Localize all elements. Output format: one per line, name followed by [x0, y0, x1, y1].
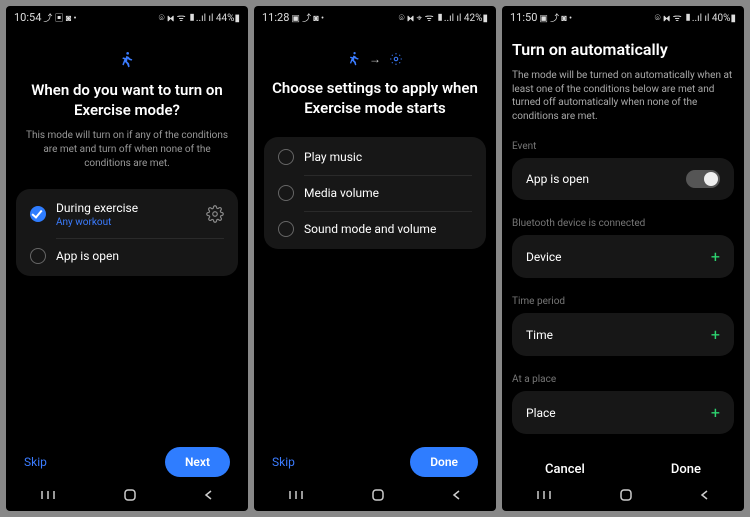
arrow-right-icon: → [369, 52, 381, 66]
option-app-open[interactable]: App is open [16, 238, 238, 274]
tile-label: Device [526, 250, 562, 264]
radio-unchecked-icon [278, 149, 294, 165]
option-label: Play music [304, 150, 472, 164]
page-title: Choose settings to apply when Exercise m… [264, 78, 486, 119]
radio-unchecked-icon [278, 185, 294, 201]
recents-button[interactable] [39, 489, 57, 501]
status-notif-icons: ▣ ⤴ ◙ • [539, 11, 572, 24]
recents-button[interactable] [535, 489, 553, 501]
nav-bar [6, 483, 248, 511]
screen-exercise-conditions: 10:54 ⤴ ▣ ◙ • ⌾ ⧓ ᯤ ▮..ıl ıl 44%▮ When d… [6, 6, 248, 511]
tile-label: Place [526, 406, 556, 420]
radio-checked-icon [30, 206, 46, 222]
option-label: Media volume [304, 186, 472, 200]
tile-place[interactable]: Place + [512, 391, 734, 434]
tile-label: App is open [526, 172, 589, 186]
back-button[interactable] [699, 489, 711, 501]
tile-device[interactable]: Device + [512, 235, 734, 278]
conditions-list: During exercise Any workout App is open [16, 189, 238, 276]
done-button[interactable]: Done [410, 447, 478, 477]
option-media-volume[interactable]: Media volume [264, 175, 486, 211]
option-sound-mode[interactable]: Sound mode and volume [264, 211, 486, 247]
page-description: The mode will be turned on automatically… [512, 69, 734, 123]
status-system-icons: ⌾ ⧓ ᯤ ▮..ıl ıl 40%▮ [655, 10, 736, 24]
status-system-icons: ⌾ ⧓ ⌖ ᯤ ▮..ıl ıl 42%▮ [399, 10, 488, 24]
nav-bar [254, 483, 496, 511]
page-title: Turn on automatically [512, 40, 734, 59]
settings-list: Play music Media volume Sound mode and v… [264, 137, 486, 249]
screen-turn-on-auto: 11:50 ▣ ⤴ ◙ • ⌾ ⧓ ᯤ ▮..ıl ıl 40%▮ Turn o… [502, 6, 744, 511]
tile-label: Time [526, 328, 553, 342]
status-bar: 10:54 ⤴ ▣ ◙ • ⌾ ⧓ ᯤ ▮..ıl ıl 44%▮ [6, 6, 248, 28]
skip-button[interactable]: Skip [24, 455, 47, 469]
recents-button[interactable] [287, 489, 305, 501]
option-label: During exercise [56, 201, 196, 215]
option-during-exercise[interactable]: During exercise Any workout [16, 191, 238, 238]
page-description: This mode will turn on if any of the con… [16, 129, 238, 171]
radio-unchecked-icon [278, 221, 294, 237]
back-button[interactable] [203, 489, 215, 501]
option-label: Sound mode and volume [304, 222, 472, 236]
next-button[interactable]: Next [165, 447, 230, 477]
status-time: 10:54 [14, 11, 41, 24]
plus-icon[interactable]: + [711, 247, 720, 266]
status-notif-icons: ⤴ ▣ ◙ • [43, 11, 76, 24]
option-play-music[interactable]: Play music [264, 139, 486, 175]
status-time: 11:28 [262, 11, 289, 24]
toggle-off-icon[interactable] [686, 170, 720, 188]
status-bar: 11:50 ▣ ⤴ ◙ • ⌾ ⧓ ᯤ ▮..ıl ıl 40%▮ [502, 6, 744, 28]
option-label: App is open [56, 249, 224, 263]
exercise-icon [119, 52, 135, 68]
plus-icon[interactable]: + [711, 325, 720, 344]
exercise-icon [347, 52, 361, 66]
tile-time[interactable]: Time + [512, 313, 734, 356]
page-title: When do you want to turn on Exercise mod… [16, 80, 238, 121]
gear-icon[interactable] [206, 205, 224, 223]
back-button[interactable] [451, 489, 463, 501]
tile-app-open[interactable]: App is open [512, 158, 734, 200]
skip-button[interactable]: Skip [272, 455, 295, 469]
nav-bar [502, 483, 744, 511]
status-time: 11:50 [510, 11, 537, 24]
home-button[interactable] [371, 488, 385, 502]
radio-unchecked-icon [30, 248, 46, 264]
home-button[interactable] [619, 488, 633, 502]
home-button[interactable] [123, 488, 137, 502]
screen-exercise-settings: 11:28 ▣ ⤴ ◙ • ⌾ ⧓ ⌖ ᯤ ▮..ıl ıl 42%▮ → Ch… [254, 6, 496, 511]
status-bar: 11:28 ▣ ⤴ ◙ • ⌾ ⧓ ⌖ ᯤ ▮..ıl ıl 42%▮ [254, 6, 496, 28]
plus-icon[interactable]: + [711, 403, 720, 422]
section-place-label: At a place [512, 374, 734, 385]
status-notif-icons: ▣ ⤴ ◙ • [291, 11, 324, 24]
status-system-icons: ⌾ ⧓ ᯤ ▮..ıl ıl 44%▮ [159, 10, 240, 24]
option-subtitle: Any workout [56, 217, 196, 228]
cancel-button[interactable]: Cancel [545, 462, 585, 477]
section-time-label: Time period [512, 296, 734, 307]
gear-icon [389, 52, 403, 66]
section-bluetooth-label: Bluetooth device is connected [512, 218, 734, 229]
done-button[interactable]: Done [671, 462, 701, 477]
section-event-label: Event [512, 141, 734, 152]
